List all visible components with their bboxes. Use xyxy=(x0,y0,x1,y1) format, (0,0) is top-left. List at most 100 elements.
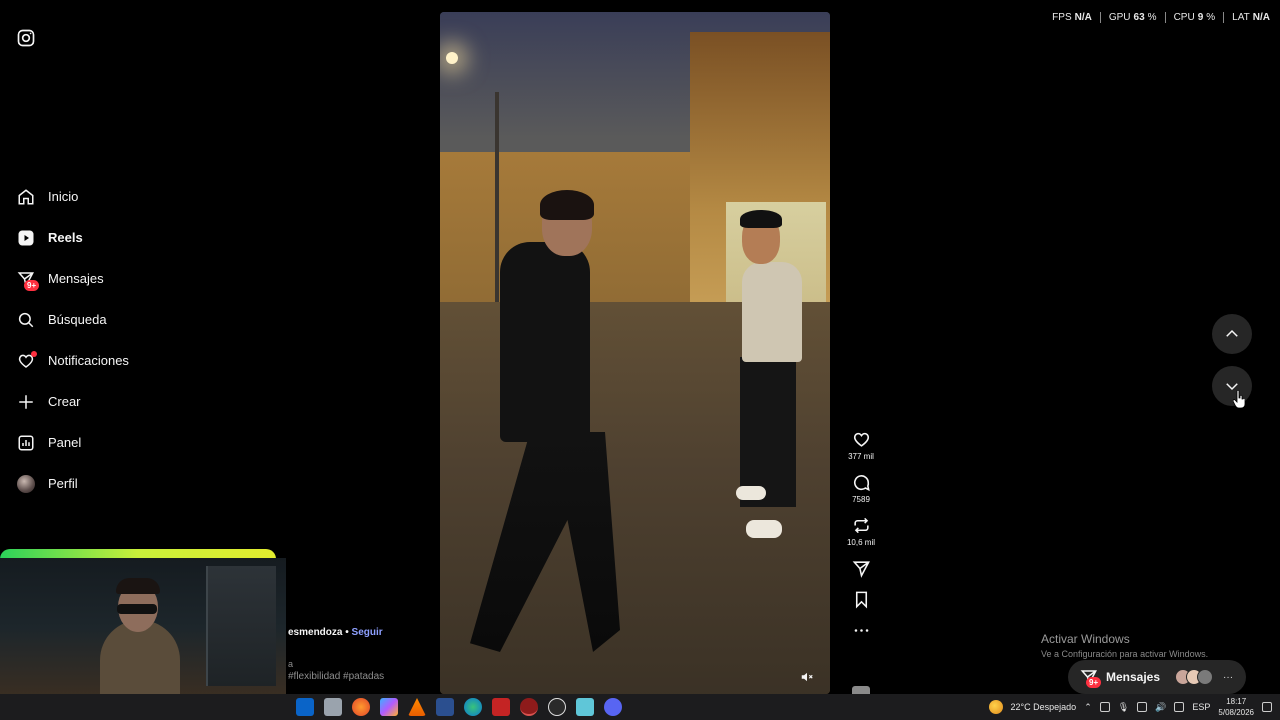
tray-app-icon[interactable] xyxy=(1099,702,1110,712)
share-button[interactable] xyxy=(842,559,880,578)
perf-lat: LAT N/A xyxy=(1224,12,1270,23)
nav-item-panel[interactable]: Panel xyxy=(16,422,216,463)
comment-count: 7589 xyxy=(852,495,870,504)
video-streetlamp xyxy=(446,52,458,64)
nav-item-mensajes[interactable]: 9+ Mensajes xyxy=(16,258,216,299)
language-indicator[interactable]: ESP xyxy=(1192,702,1210,712)
game-app-icon[interactable] xyxy=(492,698,510,716)
nav-item-label: Perfil xyxy=(48,476,78,491)
send-icon xyxy=(852,561,870,578)
firefox-icon[interactable] xyxy=(352,698,370,716)
video-man-suit-hair xyxy=(540,190,594,220)
nav-item-label: Búsqueda xyxy=(48,312,107,327)
nav-item-busqueda[interactable]: Búsqueda xyxy=(16,299,216,340)
perf-lat-label: LAT xyxy=(1232,12,1250,23)
save-button[interactable] xyxy=(842,590,880,609)
perf-cpu-label: CPU xyxy=(1173,12,1195,23)
caption-hashtags[interactable]: #flexibilidad #patadas xyxy=(288,671,384,682)
mute-icon[interactable] xyxy=(800,670,814,684)
plus-icon xyxy=(16,392,36,412)
instagram-logo-icon[interactable] xyxy=(16,28,36,48)
perf-cpu-unit: % xyxy=(1206,12,1216,23)
caption-username[interactable]: esmendoza xyxy=(288,627,342,638)
video-pole xyxy=(495,92,499,302)
repost-button[interactable]: 10,6 mil xyxy=(842,516,880,547)
heart-icon xyxy=(16,350,37,371)
chevron-up-icon[interactable]: ⌃ xyxy=(1084,702,1092,713)
messages-badge: 9+ xyxy=(24,279,40,291)
avatar xyxy=(1197,669,1214,685)
nav-item-label: Panel xyxy=(48,435,82,450)
file-explorer-icon[interactable] xyxy=(324,698,342,716)
nav-item-label: Inicio xyxy=(48,189,79,204)
performance-overlay: FPS N/A GPU 63% CPU 9% LAT N/A xyxy=(1044,12,1270,23)
notes-icon[interactable] xyxy=(576,698,594,716)
video-shoe xyxy=(746,520,782,538)
notification-dot xyxy=(31,350,37,357)
comment-button[interactable]: 7589 xyxy=(842,473,880,504)
caption-fragment: a xyxy=(288,659,294,669)
outlook-icon[interactable] xyxy=(296,698,314,716)
activate-windows-watermark: Activar Windows Ve a Configuración para … xyxy=(1041,632,1208,659)
notifications-icon[interactable] xyxy=(1262,702,1272,712)
caption-separator: • xyxy=(345,627,349,638)
vlc-icon[interactable] xyxy=(408,698,426,716)
weather-icon[interactable] xyxy=(988,700,1003,714)
taskbar-clock[interactable]: 18:17 5/08/2026 xyxy=(1218,696,1254,718)
nav-item-reels[interactable]: Reels xyxy=(16,217,216,258)
perf-fps-label: FPS xyxy=(1052,12,1072,23)
messages-icon: 9+ xyxy=(1080,668,1102,688)
perf-lat-value: N/A xyxy=(1252,12,1270,23)
volume-icon[interactable]: 🔊 xyxy=(1155,702,1166,713)
reels-icon xyxy=(16,228,36,248)
opera-icon[interactable] xyxy=(520,698,538,716)
nav-item-crear[interactable]: Crear xyxy=(16,381,216,422)
webcam-overlay xyxy=(0,558,286,698)
webcam-hair xyxy=(116,578,160,594)
search-icon xyxy=(16,310,36,330)
video-man-suit xyxy=(500,242,590,442)
obs-icon[interactable] xyxy=(548,698,566,716)
nav-item-inicio[interactable]: Inicio xyxy=(16,176,216,217)
edge-icon[interactable] xyxy=(464,698,482,716)
audio-thumbnail[interactable] xyxy=(852,686,870,694)
perf-cpu-value: 9 xyxy=(1197,12,1204,23)
taskbar-apps xyxy=(296,698,622,716)
copilot-icon[interactable] xyxy=(380,698,398,716)
bookmark-icon xyxy=(855,591,867,609)
nav-item-label: Notificaciones xyxy=(48,353,129,368)
windows-taskbar: 22°C Despejado ⌃ 🎙 🔊 ESP 18:17 5/08/2026 xyxy=(0,694,1280,720)
messages-icon: 9+ xyxy=(16,269,40,291)
like-count: 377 mil xyxy=(848,452,874,461)
network-icon[interactable] xyxy=(1174,702,1185,712)
dashboard-icon xyxy=(16,433,36,453)
caption-user-line: esmendoza • Seguir xyxy=(288,627,383,638)
avatar-wrap xyxy=(16,474,36,494)
tray-app-icon[interactable] xyxy=(1137,702,1148,712)
comment-icon xyxy=(853,475,870,492)
system-tray: 22°C Despejado ⌃ 🎙 🔊 ESP 18:17 5/08/2026 xyxy=(988,694,1272,720)
weather-text[interactable]: 22°C Despejado xyxy=(1011,702,1077,712)
next-reel-button[interactable] xyxy=(1212,366,1252,406)
more-options-button[interactable] xyxy=(842,621,880,640)
microphone-icon[interactable]: 🎙 xyxy=(1118,702,1129,713)
calculator-icon[interactable] xyxy=(436,698,454,716)
more-icon: ··· xyxy=(1223,671,1234,683)
messages-pill-badge: 9+ xyxy=(1086,677,1102,688)
nav-item-perfil[interactable]: Perfil xyxy=(16,463,216,504)
heart-icon xyxy=(853,432,869,447)
nav-item-notificaciones[interactable]: Notificaciones xyxy=(16,340,216,381)
follow-button[interactable]: Seguir xyxy=(352,627,383,638)
previous-reel-button[interactable] xyxy=(1212,314,1252,354)
video-man-tshirt-legs xyxy=(740,357,796,507)
reel-video[interactable] xyxy=(440,12,830,694)
like-button[interactable]: 377 mil xyxy=(842,430,880,461)
perf-gpu-value: 63 xyxy=(1133,12,1145,23)
hand-cursor-icon xyxy=(1233,390,1245,408)
sidebar-nav: Inicio Reels 9+ Mensajes Búsqueda Notifi… xyxy=(16,176,216,504)
messages-pill-button[interactable]: 9+ Mensajes ··· xyxy=(1068,660,1246,694)
perf-gpu-unit: % xyxy=(1147,12,1157,23)
discord-icon[interactable] xyxy=(604,698,622,716)
clock-date: 5/08/2026 xyxy=(1218,708,1254,717)
webcam-sunglasses xyxy=(117,604,157,614)
